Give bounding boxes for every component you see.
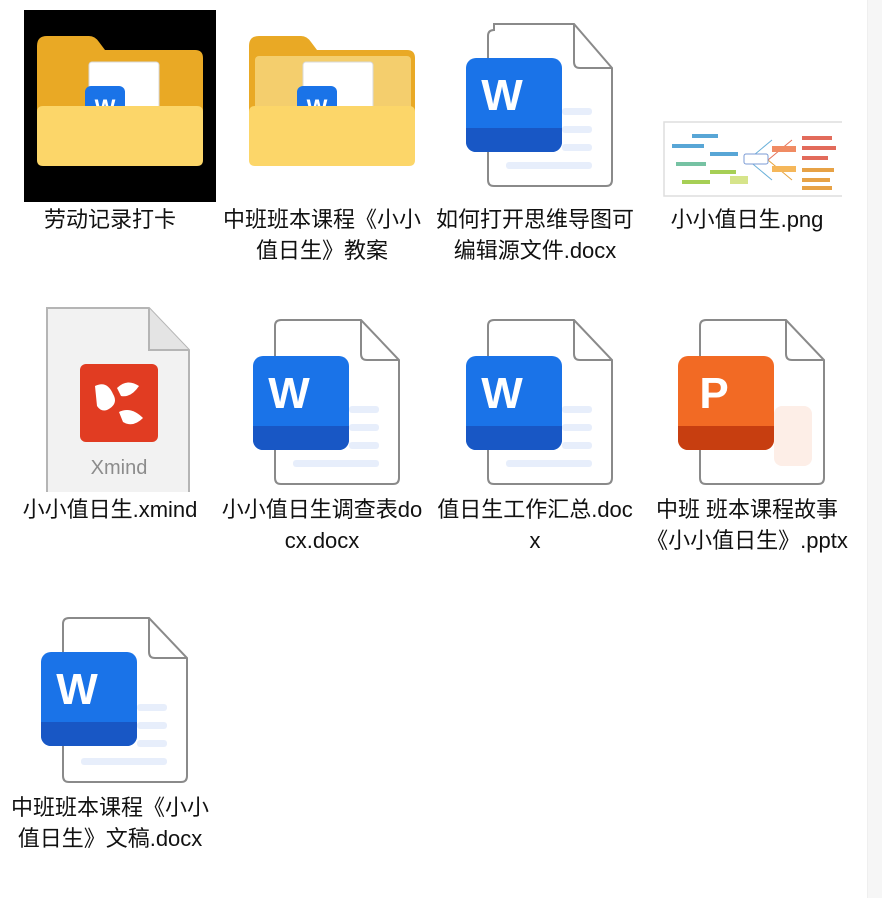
file-icon-container: W [227, 10, 417, 202]
word-document-icon: W [466, 319, 613, 485]
file-icon-container [652, 10, 842, 202]
svg-text:W: W [268, 369, 310, 418]
file-icon-container: W [227, 300, 417, 492]
file-name: 中班班本课程《小小值日生》教案 [222, 207, 421, 263]
file-name: 小小值日生.png [670, 207, 824, 232]
file-icon-container: W [440, 10, 630, 202]
file-name: 值日生工作汇总.docx [437, 497, 633, 553]
file-name: 中班班本课程《小小值日生》文稿.docx [10, 795, 209, 851]
file-icon-container: Xmind [15, 300, 205, 492]
svg-text:W: W [481, 71, 523, 120]
powerpoint-document-icon: P [678, 319, 825, 485]
folder-icon: W [37, 36, 203, 166]
scrollbar-track[interactable] [867, 0, 882, 898]
file-name: 劳动记录打卡 [43, 207, 176, 232]
file-name: 中班 班本课程故事《小小值日生》.pptx [646, 497, 848, 553]
svg-text:W: W [481, 369, 523, 418]
folder-icon: W [249, 36, 415, 166]
file-name: 小小值日生.xmind [22, 497, 198, 522]
file-name: 小小值日生调查表docx.docx [221, 497, 423, 553]
word-document-icon: W [253, 319, 400, 485]
svg-text:Xmind: Xmind [91, 457, 148, 479]
file-icon-container: P [652, 300, 842, 492]
image-thumbnail-icon [663, 121, 842, 197]
svg-text:W: W [56, 665, 98, 714]
file-name: 如何打开思维导图可编辑源文件.docx [435, 207, 634, 263]
svg-text:P: P [699, 369, 728, 418]
file-icon-container: W [15, 598, 205, 790]
word-document-icon: W [41, 617, 188, 783]
xmind-file-icon: Xmind [46, 307, 190, 492]
file-icon-container: W [440, 300, 630, 492]
word-document-icon: W [466, 23, 613, 187]
file-icon-container: W [15, 10, 216, 202]
